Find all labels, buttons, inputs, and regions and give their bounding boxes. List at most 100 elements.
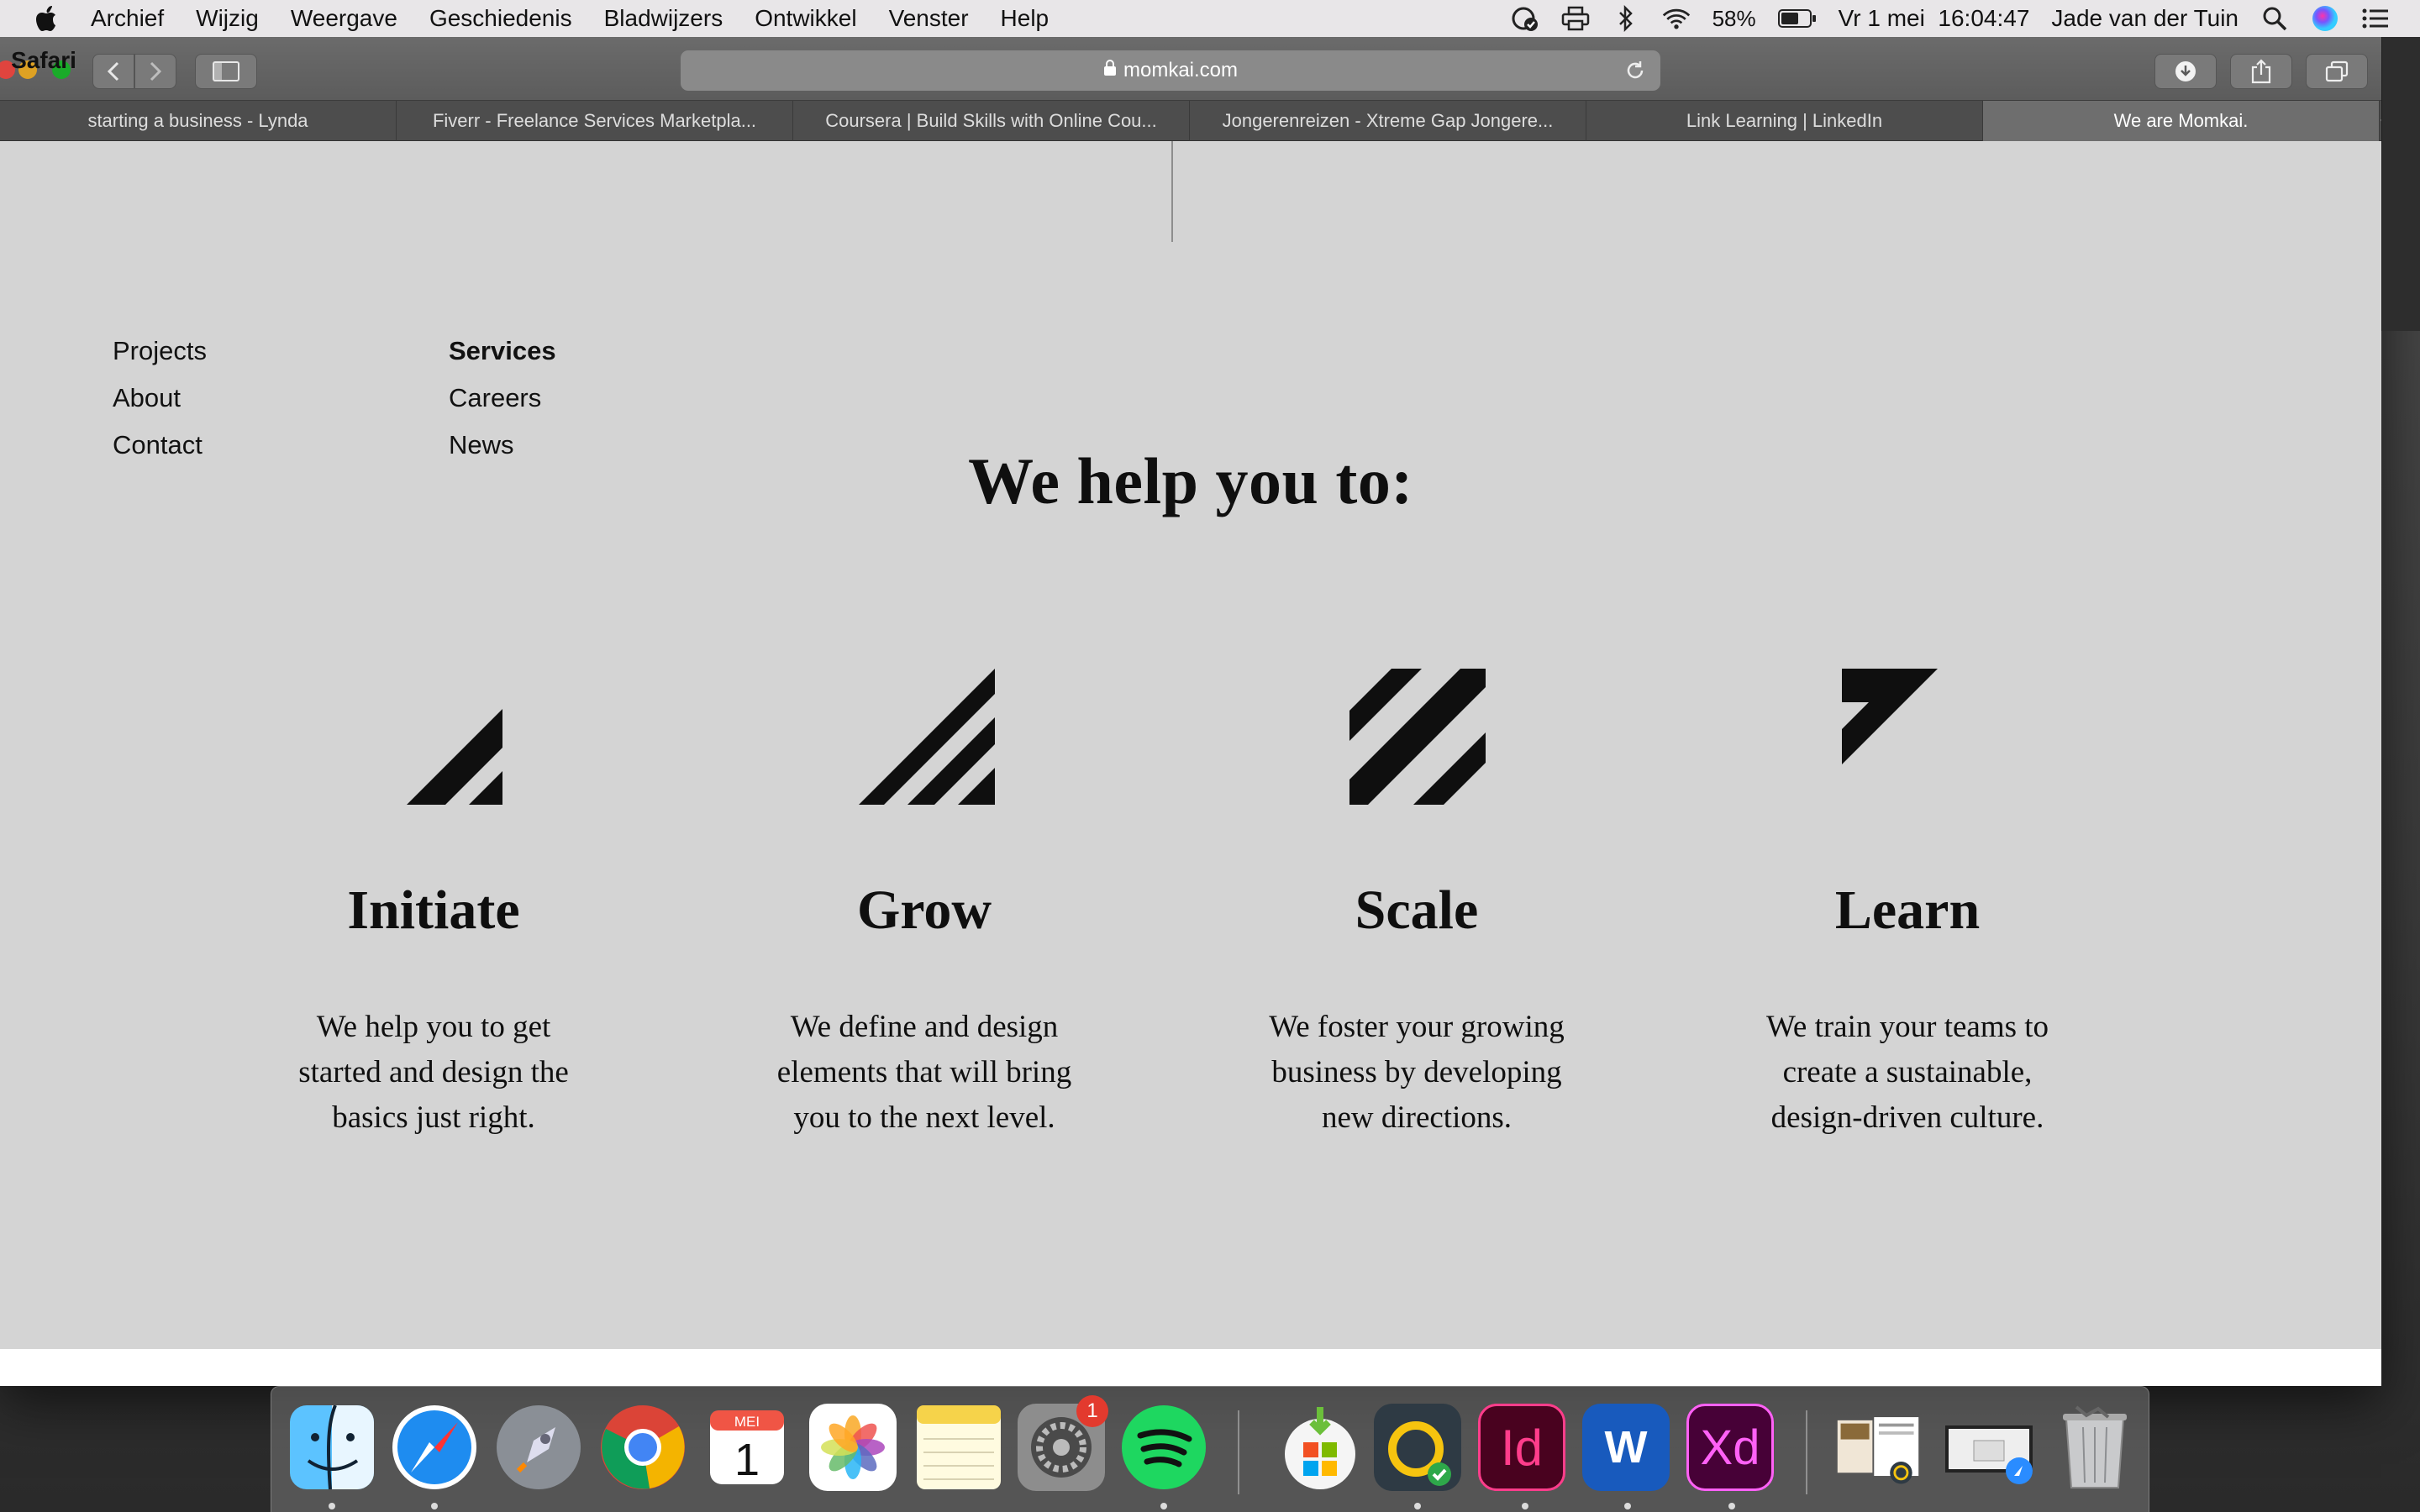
url-text: momkai.com <box>1123 59 1239 81</box>
nav-link-projects[interactable]: Projects <box>113 328 207 375</box>
notification-center-icon[interactable] <box>2361 4 2390 33</box>
tab-momkai[interactable]: We are Momkai. <box>1983 101 2380 141</box>
tab-label: We are Momkai. <box>2113 110 2249 131</box>
adobe-xd-icon[interactable]: Xd <box>1686 1404 1774 1491</box>
tab-fiverr[interactable]: Fiverr - Freelance Services Marketpla... <box>397 101 793 141</box>
launchpad-icon[interactable] <box>495 1404 582 1491</box>
safari-window: momkai.com starting a business - Lynda F… <box>0 37 2395 1386</box>
desc-line: create a sustainable, <box>1782 1055 2033 1089</box>
spotify-icon[interactable] <box>1120 1404 1207 1491</box>
calendar-icon[interactable]: MEI 1 <box>703 1404 791 1491</box>
tab-coursera[interactable]: Coursera | Build Skills with Online Cou.… <box>793 101 1190 141</box>
trash-icon[interactable] <box>2051 1404 2139 1491</box>
dock-separator <box>1238 1410 1239 1494</box>
battery-percent: 58% <box>1712 5 1756 31</box>
desc-line: elements that will bring <box>776 1055 1072 1089</box>
desc-line: you to the next level. <box>793 1100 1055 1135</box>
downloads-button[interactable] <box>2154 54 2217 89</box>
menu-archief[interactable]: Archief <box>91 5 164 32</box>
norton-security-icon[interactable] <box>1374 1404 1461 1491</box>
tab-label: Jongerenreizen - Xtreme Gap Jongere... <box>1222 110 1554 131</box>
reload-icon[interactable] <box>1623 59 1647 82</box>
wifi-icon[interactable] <box>1662 4 1691 33</box>
nav-link-services[interactable]: Services <box>449 328 556 375</box>
word-icon[interactable]: W <box>1582 1404 1670 1491</box>
dock: MEI 1 1 Id W Xd <box>271 1386 2149 1512</box>
downloads-stack-icon[interactable] <box>1939 1404 2039 1491</box>
desc-line: We help you to get <box>316 1010 551 1044</box>
safari-icon[interactable] <box>391 1404 478 1491</box>
running-indicator <box>1160 1503 1167 1509</box>
page-footer-strip <box>0 1349 2381 1386</box>
menu-help[interactable]: Help <box>1001 5 1050 32</box>
running-indicator <box>431 1503 438 1509</box>
desc-line: design-driven culture. <box>1770 1100 2044 1135</box>
finder-icon[interactable] <box>288 1404 376 1491</box>
forward-button[interactable] <box>134 54 176 89</box>
nav-link-careers[interactable]: Careers <box>449 375 556 422</box>
tab-lynda[interactable]: starting a business - Lynda <box>0 101 397 141</box>
desc-line: started and design the <box>298 1055 569 1089</box>
desc-line: We define and design <box>790 1010 1059 1044</box>
printer-icon[interactable] <box>1561 4 1590 33</box>
tab-jongerenreizen[interactable]: Jongerenreizen - Xtreme Gap Jongere... <box>1190 101 1586 141</box>
menu-wijzig[interactable]: Wijzig <box>196 5 259 32</box>
webpage: Projects About Contact Services Careers … <box>0 141 2381 1349</box>
tab-linkedin-learning[interactable]: Link Learning | LinkedIn <box>1586 101 1983 141</box>
documents-stack-icon[interactable] <box>1834 1404 1922 1491</box>
scale-stripes-icon <box>1349 669 1486 809</box>
installer-icon[interactable] <box>1276 1404 1364 1491</box>
page-headline: We help you to: <box>968 444 1413 517</box>
app-label: W <box>1604 1422 1648 1473</box>
spotlight-search-icon[interactable] <box>2260 4 2289 33</box>
battery-icon[interactable] <box>1777 4 1817 33</box>
app-label: Xd <box>1700 1420 1760 1475</box>
running-indicator <box>1522 1503 1528 1509</box>
menu-ontwikkel[interactable]: Ontwikkel <box>755 5 856 32</box>
desc-line: We foster your growing <box>1269 1010 1565 1044</box>
nav-link-about[interactable]: About <box>113 375 207 422</box>
menu-bar: Safari Archief Wijzig Weergave Geschiede… <box>0 0 2420 73</box>
service-title: Scale <box>1355 879 1479 941</box>
service-title: Initiate <box>347 879 520 941</box>
menu-weergave[interactable]: Weergave <box>291 5 397 32</box>
service-description: We foster your growing business by devel… <box>1171 1005 1662 1141</box>
menu-geschiedenis[interactable]: Geschiedenis <box>429 5 572 32</box>
menu-venster[interactable]: Venster <box>889 5 969 32</box>
grow-stripes-icon <box>859 669 995 809</box>
tab-label: Fiverr - Freelance Services Marketpla... <box>432 110 757 131</box>
running-indicator <box>329 1503 335 1509</box>
notification-badge: 1 <box>1076 1395 1108 1427</box>
clock[interactable]: Vr 1 mei 16:04:47 <box>1839 5 2030 32</box>
desc-line: new directions. <box>1321 1100 1512 1135</box>
tab-label: starting a business - Lynda <box>87 110 308 131</box>
norton-status-icon[interactable] <box>1511 4 1539 33</box>
sidebar-toggle-button[interactable] <box>195 54 257 89</box>
user-name[interactable]: Jade van der Tuin <box>2051 5 2238 32</box>
tab-label: Coursera | Build Skills with Online Cou.… <box>825 110 1157 131</box>
chrome-icon[interactable] <box>599 1404 687 1491</box>
calendar-day: 1 <box>734 1435 760 1485</box>
indesign-icon[interactable]: Id <box>1478 1404 1565 1491</box>
menu-app-name[interactable]: Safari <box>0 17 87 104</box>
tab-label: Link Learning | LinkedIn <box>1686 110 1883 131</box>
menu-bladwijzers[interactable]: Bladwijzers <box>604 5 723 32</box>
initiate-stripes-icon <box>407 709 502 809</box>
tab-bar: starting a business - Lynda Fiverr - Fre… <box>0 101 2395 141</box>
bluetooth-icon[interactable] <box>1612 4 1640 33</box>
service-title: Grow <box>856 879 992 941</box>
share-button[interactable] <box>2230 54 2292 89</box>
learn-stripe-icon <box>1842 669 1938 769</box>
desc-line: basics just right. <box>332 1100 535 1135</box>
running-indicator <box>1728 1503 1735 1509</box>
tab-overview-button[interactable] <box>2306 54 2368 89</box>
address-bar[interactable]: momkai.com <box>681 50 1660 91</box>
app-label: Id <box>1500 1419 1544 1476</box>
notes-icon[interactable] <box>915 1404 1002 1491</box>
siri-icon[interactable] <box>2311 4 2339 33</box>
browser-toolbar: momkai.com <box>0 37 2381 101</box>
background-window-edge <box>2381 37 2420 331</box>
photos-icon[interactable] <box>809 1404 897 1491</box>
service-description: We help you to get started and design th… <box>188 1005 679 1141</box>
back-button[interactable] <box>92 54 134 89</box>
